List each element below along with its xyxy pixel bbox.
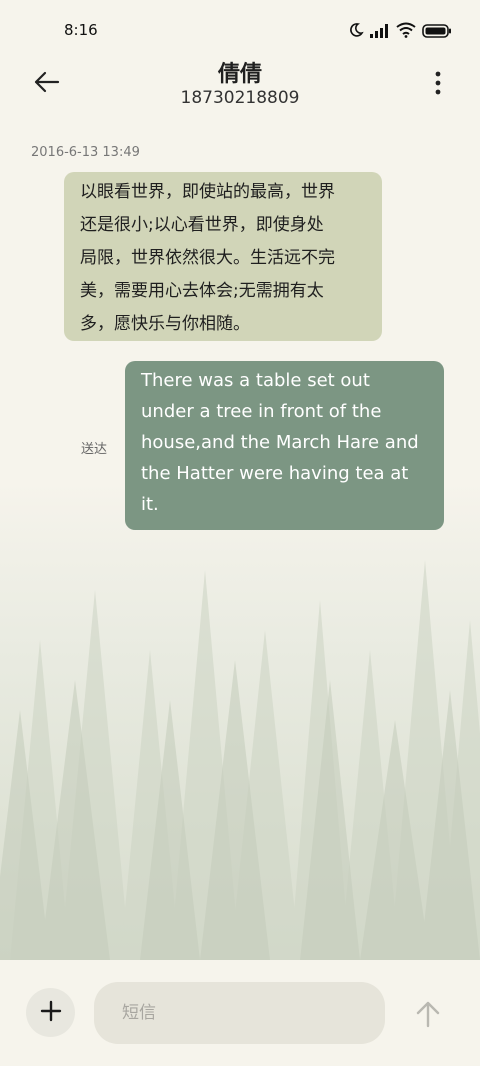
incoming-message-line: 还是很小;以心看世界，即使身处 [80,215,324,235]
incoming-message-line: 局限，世界依然很大。生活远不完 [80,248,335,268]
send-button[interactable] [410,996,446,1032]
battery-icon [422,23,452,42]
outgoing-message-line: it. [141,494,159,515]
outgoing-message-line: There was a table set out [141,370,370,391]
incoming-message-line: 多，愿快乐与你相随。 [80,314,250,334]
message-composer [0,960,480,1066]
arrow-up-icon [410,1001,446,1036]
incoming-message-line: 美，需要用心去体会;无需拥有太 [80,281,324,301]
incoming-message-bubble[interactable]: 以眼看世界，即使站的最高，世界 还是很小;以心看世界，即使身处 局限，世界依然很… [64,172,382,341]
outgoing-message-line: under a tree in front of the [141,401,382,422]
moon-icon [348,22,364,42]
status-bar: 8:16 [0,0,480,64]
more-vertical-icon [430,71,446,100]
forest-background [0,480,480,960]
status-time: 8:16 [64,21,98,39]
message-input[interactable] [94,982,385,1044]
contact-name: 倩倩 [217,62,262,87]
outgoing-message-bubble[interactable]: There was a table set out under a tree i… [125,361,444,530]
more-options-button[interactable] [430,70,446,96]
delivery-status: 送达 [81,442,108,457]
status-icons [348,22,452,42]
plus-icon [40,1000,62,1026]
message-timestamp: 2016-6-13 13:49 [31,145,140,160]
outgoing-message-line: the Hatter were having tea at [141,463,409,484]
incoming-message-line: 以眼看世界，即使站的最高，世界 [80,182,335,202]
outgoing-message-line: house,and the March Hare and [141,432,419,453]
add-attachment-button[interactable] [26,988,75,1037]
contact-number: 18730218809 [180,88,300,108]
wifi-icon [396,22,416,42]
conversation-header: 倩倩 18730218809 [0,56,480,116]
signal-icon [370,23,390,42]
